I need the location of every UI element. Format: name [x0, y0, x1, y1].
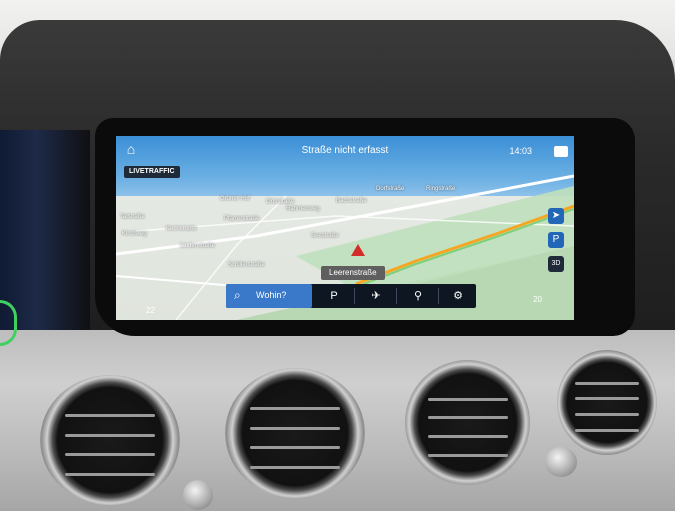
map-label: Ringstraße: [426, 186, 456, 192]
clock: 14:03: [509, 146, 532, 156]
air-vent-3[interactable]: [405, 360, 530, 485]
temp-right-value: 20: [533, 295, 542, 304]
map-label: Bachstraße: [336, 198, 367, 204]
air-vent-1[interactable]: [40, 375, 180, 505]
map-label: Pfarrerstraße: [224, 216, 260, 222]
mute-guidance-icon[interactable]: ✈: [362, 287, 390, 305]
air-vent-2[interactable]: [225, 368, 365, 498]
status-title: Straße nicht erfasst: [301, 145, 389, 156]
map-label: Schillerstraße: [228, 262, 265, 268]
map-label: Rahmenweg: [286, 206, 320, 212]
3d-view-icon[interactable]: 3D: [548, 256, 564, 272]
temperature-left[interactable]: 22: [146, 306, 155, 315]
map-label: Talstraße: [120, 214, 145, 220]
compass-icon[interactable]: ➤: [548, 208, 564, 224]
current-street: Leerenstraße: [321, 266, 385, 280]
temperature-right[interactable]: 20: [533, 295, 542, 304]
map-label: Ortsstraße: [266, 199, 295, 205]
toolbar-divider: [354, 288, 355, 304]
navigation-screen[interactable]: ⌂ Straße nicht erfasst 14:03 LIVETRAFFIC…: [116, 136, 574, 320]
map-label: Grüner Hof: [220, 196, 250, 202]
route-icon[interactable]: ⚲: [404, 287, 432, 305]
vent-knob-2[interactable]: [545, 447, 577, 477]
search-button[interactable]: ⌕ Wohin?: [226, 284, 312, 308]
map-label: Lindenstraße: [180, 243, 216, 249]
parking-icon[interactable]: P: [548, 232, 564, 248]
instrument-cluster-edge: [0, 130, 90, 330]
message-icon[interactable]: [554, 146, 568, 157]
toolbar-divider: [396, 288, 397, 304]
map-label: Kirchstraße: [166, 226, 197, 232]
bottom-toolbar: ⌕ Wohin? P ✈ ⚲ ⚙: [226, 284, 476, 308]
vent-knob-1[interactable]: [183, 480, 213, 510]
toolbar-divider: [438, 288, 439, 304]
search-label: Wohin?: [256, 290, 287, 300]
live-traffic-badge[interactable]: LIVETRAFFIC: [124, 166, 180, 178]
poi-filter-icon[interactable]: P: [320, 287, 348, 305]
settings-gear-icon[interactable]: ⚙: [444, 287, 472, 305]
air-vent-4[interactable]: [557, 350, 657, 455]
map-label: Kirchweg: [122, 231, 147, 237]
temp-left-value: 22: [146, 306, 155, 315]
search-icon: ⌕: [234, 288, 241, 302]
map-label: Dorfstraße: [376, 186, 405, 192]
map-label: Seestraße: [311, 233, 339, 239]
